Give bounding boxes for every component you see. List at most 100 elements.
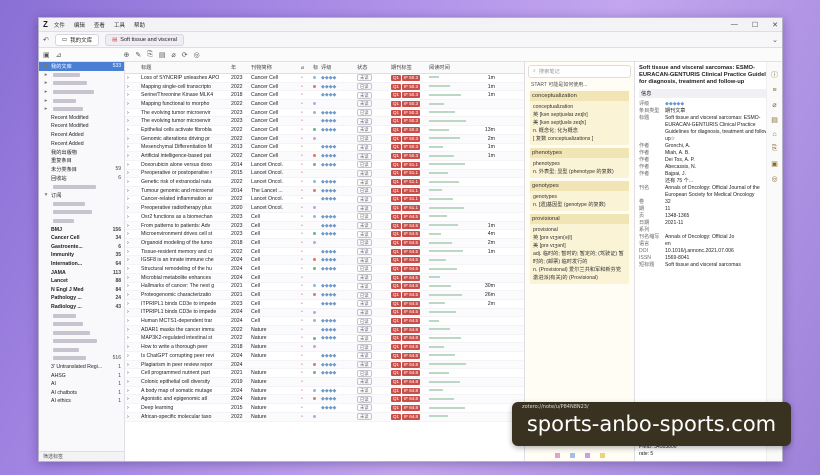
status-badge[interactable]: 未读 (357, 308, 372, 316)
info-field-value[interactable]: Soft tissue and visceral sarcomas: ESMO-… (665, 115, 778, 143)
note-card[interactable]: conceptualization conceptualization 英 [kən… (530, 91, 629, 145)
rating-gems-icon[interactable]: ◆◆◆◆ (319, 249, 355, 255)
status-badge[interactable]: 已读 (357, 135, 372, 143)
pdf-attachment-icon[interactable]: ▫ (299, 188, 311, 194)
table-row[interactable]: › Preoperative or postoperative r 2015 Lanc… (125, 169, 524, 179)
collection-item[interactable]: 回收站 6 (39, 174, 124, 183)
table-row[interactable]: › The evolving tumor microenvir 2023 Cancer… (125, 109, 524, 118)
collection-item[interactable]: BMJ 156 (39, 225, 124, 234)
note-card[interactable]: provisional provisional 英 [prə vɪʒən(ə)l] 美… (530, 214, 629, 284)
table-row[interactable]: › Doxorubicin alone versus doxo 2014 Lancet… (125, 161, 524, 170)
pdf-attachment-icon[interactable]: ▫ (299, 414, 311, 420)
collection-item[interactable]: AHSG 1 (39, 371, 124, 380)
col-rating[interactable]: 评级 (319, 64, 355, 71)
pdf-attachment-icon[interactable]: ▫ (299, 301, 311, 307)
status-badge[interactable]: 未读 (357, 126, 372, 134)
collection-item[interactable] (39, 208, 124, 217)
rating-gems-icon[interactable]: ◆◆◆◆ (319, 196, 355, 202)
menu-view[interactable]: 查看 (94, 21, 105, 29)
info-field-value[interactable]: Annals of Oncology: Official Journal of … (665, 185, 778, 199)
col-reading-time[interactable]: 阅读时间 (427, 64, 467, 71)
table-row[interactable]: › The evolving tumor microenvir 2023 Cancer… (125, 117, 524, 127)
rating-gems-icon[interactable]: ◆◆◆◆ (319, 327, 355, 333)
rating-gems-icon[interactable]: ◆◆◆◆ (319, 301, 355, 307)
table-row[interactable]: › A body map of somatic mutage 2024 Nature ▫… (125, 387, 524, 396)
collection-item[interactable]: Pathology ... 24 (39, 294, 124, 303)
tag-filter[interactable]: 筛选标签 (39, 451, 124, 461)
note-icon[interactable]: ▤ (159, 51, 166, 59)
table-row[interactable]: › Microenvironment drives cell st 2023 Cell… (125, 230, 524, 240)
pdf-attachment-icon[interactable]: ▫ (299, 309, 311, 315)
locate-icon[interactable]: ◎ (194, 51, 200, 59)
table-row[interactable]: › Mapping functional to morpho 2022 Cancer … (125, 100, 524, 109)
collection-item[interactable] (39, 320, 124, 329)
collection-item[interactable]: N Engl J Med 84 (39, 285, 124, 294)
rating-gems-icon[interactable]: ◆◆◆◆ (319, 214, 355, 220)
collection-item[interactable]: ▸ (39, 105, 124, 114)
collection-item[interactable]: JAMA 113 (39, 268, 124, 277)
tabs-menu-icon[interactable]: ⌄ (772, 36, 778, 44)
pdf-attachment-icon[interactable]: ▫ (299, 110, 311, 116)
table-row[interactable]: › From patterns to patients: Adv 2023 Cell ▫… (125, 221, 524, 231)
table-row[interactable]: › Colonic epithelial cell diversity 2019 Na… (125, 378, 524, 387)
table-row[interactable]: › African-specific molecular taxo 2022 Natu… (125, 412, 524, 422)
notes-icon[interactable]: ▤ (771, 116, 778, 124)
pdf-attachment-icon[interactable]: ▫ (299, 396, 311, 402)
status-badge[interactable]: 未读 (357, 100, 372, 108)
pdf-attachment-icon[interactable]: ▫ (299, 283, 311, 289)
info-field-value[interactable] (665, 227, 778, 234)
pdf-attachment-icon[interactable]: ▫ (299, 196, 311, 202)
color-purple-swatch[interactable] (584, 453, 590, 458)
info-field-value[interactable]: Miah, A. B. (665, 150, 778, 157)
status-badge[interactable]: 未读 (357, 387, 372, 395)
collection-item[interactable]: ▣ 我的文库 533 (39, 62, 124, 71)
collection-item[interactable]: AI ethics 1 (39, 397, 124, 406)
rating-gems-icon[interactable]: ◆◆◆◆ (319, 162, 355, 168)
status-badge[interactable]: 未读 (357, 413, 372, 421)
status-badge[interactable]: 未读 (357, 352, 372, 360)
table-row[interactable]: › MAP3K2-regulated intestinal st 2022 Natur… (125, 334, 524, 344)
menu-tools[interactable]: 工具 (114, 21, 125, 29)
rating-gems-icon[interactable]: ◆◆◆◆ (319, 362, 355, 368)
col-tag[interactable]: 标 (311, 64, 319, 71)
color-pink-swatch[interactable] (554, 453, 560, 458)
col-journal-tag[interactable]: 期刊标签 (389, 64, 427, 71)
pdf-attachment-icon[interactable]: ▫ (299, 101, 311, 107)
table-row[interactable]: › Epithelial cells activate fibrobla 2022 C… (125, 126, 524, 135)
info-field-value[interactable]: 32 (665, 199, 778, 206)
status-badge[interactable]: 已读 (357, 317, 372, 325)
status-badge[interactable]: 未读 (357, 248, 372, 256)
rating-gems-icon[interactable]: ◆◆◆◆ (319, 396, 355, 402)
status-badge[interactable]: 未读 (357, 222, 372, 230)
outline-icon[interactable]: ▣ (771, 160, 778, 168)
rating-gems-icon[interactable]: ◆◆◆◆ (319, 127, 355, 133)
rating-gems-icon[interactable]: ◆◆◆◆ (319, 292, 355, 298)
collection-item[interactable] (39, 200, 124, 209)
rating-gems-icon[interactable]: ◆◆◆◆ (319, 84, 355, 90)
collection-item[interactable]: 516 (39, 354, 124, 363)
collection-item[interactable]: Gastroente... 6 (39, 242, 124, 251)
pdf-attachment-icon[interactable]: ▫ (299, 205, 311, 211)
color-yellow-swatch[interactable] (599, 453, 605, 458)
collection-item[interactable]: 我的出版物 (39, 148, 124, 157)
info-icon[interactable]: ⓘ (771, 70, 778, 80)
table-row[interactable]: › Tumour genomic and microenvi 2014 The Lan… (125, 186, 524, 196)
rating-gems-icon[interactable]: ◆◆◆◆ (319, 257, 355, 263)
rating-gems-icon[interactable]: ◆◆◆◆ (319, 75, 355, 81)
table-row[interactable]: › ITPRIPL1 binds CD3e to impede 2023 Cell ▫ ◆… (125, 300, 524, 309)
collection-item[interactable] (39, 182, 124, 191)
status-badge[interactable]: 已读 (357, 369, 372, 377)
col-title[interactable]: 标题 (139, 64, 229, 71)
info-field-value[interactable]: 期刊文章 (665, 108, 778, 115)
pdf-attachment-icon[interactable]: ▫ (299, 118, 311, 124)
info-field-value[interactable]: 10.1016/j.annonc.2021.07.006 (665, 248, 778, 255)
new-collection-icon[interactable]: ▣ (43, 51, 50, 59)
status-badge[interactable]: 未读 (357, 256, 372, 264)
status-badge[interactable]: 已读 (357, 265, 372, 273)
pdf-attachment-icon[interactable]: ▫ (299, 162, 311, 168)
rating-gems-icon[interactable]: ◆◆◆◆ (319, 353, 355, 359)
col-journal[interactable]: 刊物简称 (249, 64, 299, 71)
pdf-attachment-icon[interactable]: ▫ (299, 405, 311, 411)
collection-item[interactable]: Cancer Cell 34 (39, 234, 124, 243)
info-field-value[interactable]: Abecassis, N. (665, 164, 778, 171)
